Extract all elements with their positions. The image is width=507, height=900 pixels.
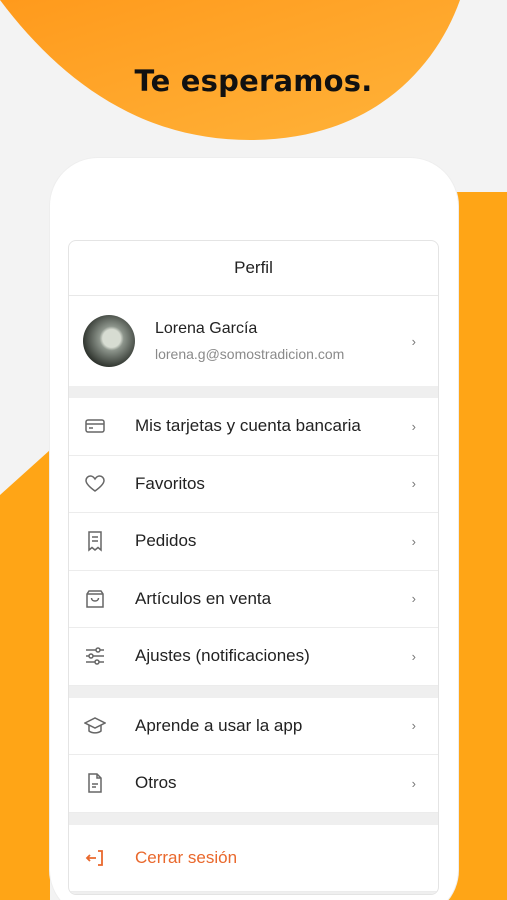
menu-item-label: Pedidos [135,531,197,551]
profile-panel: Perfil Lorena García lorena.g@somostradi… [68,240,439,895]
chevron-right-icon: › [411,533,416,549]
menu-item-label: Artículos en venta [135,588,272,608]
menu-item-label: Aprende a usar la app [135,715,303,735]
menu-item-settings[interactable]: Ajustes (notificaciones) › [69,628,438,686]
menu-item-favorites[interactable]: Favoritos › [69,456,438,513]
section-divider [69,891,438,894]
chevron-right-icon: › [411,775,416,791]
section-divider [69,685,438,698]
menu-item-label: Otros [135,773,177,793]
menu-item-orders[interactable]: Pedidos › [69,513,438,571]
logout-label: Cerrar sesión [135,847,238,867]
panel-title: Perfil [69,241,438,296]
section-divider [69,386,438,398]
receipt-icon [84,530,106,552]
sliders-icon [84,645,106,667]
chevron-right-icon: › [411,718,416,734]
logout-icon [84,847,106,869]
profile-email: lorena.g@somostradicion.com [155,346,345,362]
chevron-right-icon: › [411,591,416,607]
chevron-right-icon: › [411,476,416,492]
menu-item-label: Favoritos [135,473,205,493]
section-divider [69,812,438,825]
avatar [83,315,135,367]
profile-row[interactable]: Lorena García lorena.g@somostradicion.co… [69,296,438,386]
menu-item-tutorial[interactable]: Aprende a usar la app › [69,698,438,755]
document-icon [84,772,106,794]
shopping-bag-icon [84,588,106,610]
credit-card-icon [84,415,106,437]
heart-icon [84,473,106,495]
profile-name: Lorena García [155,320,258,337]
menu-item-label: Mis tarjetas y cuenta bancaria [135,416,361,436]
headline: Te esperamos. [134,64,373,98]
chevron-right-icon: › [411,418,416,434]
menu-item-label: Ajustes (notificaciones) [135,646,310,666]
chevron-right-icon: › [411,648,416,664]
menu-item-cards[interactable]: Mis tarjetas y cuenta bancaria › [69,398,438,456]
graduation-cap-icon [84,715,106,737]
menu-item-others[interactable]: Otros › [69,755,438,813]
chevron-right-icon: › [411,333,416,349]
logout-button[interactable]: Cerrar sesión [69,825,438,892]
menu-item-items-for-sale[interactable]: Artículos en venta › [69,571,438,628]
